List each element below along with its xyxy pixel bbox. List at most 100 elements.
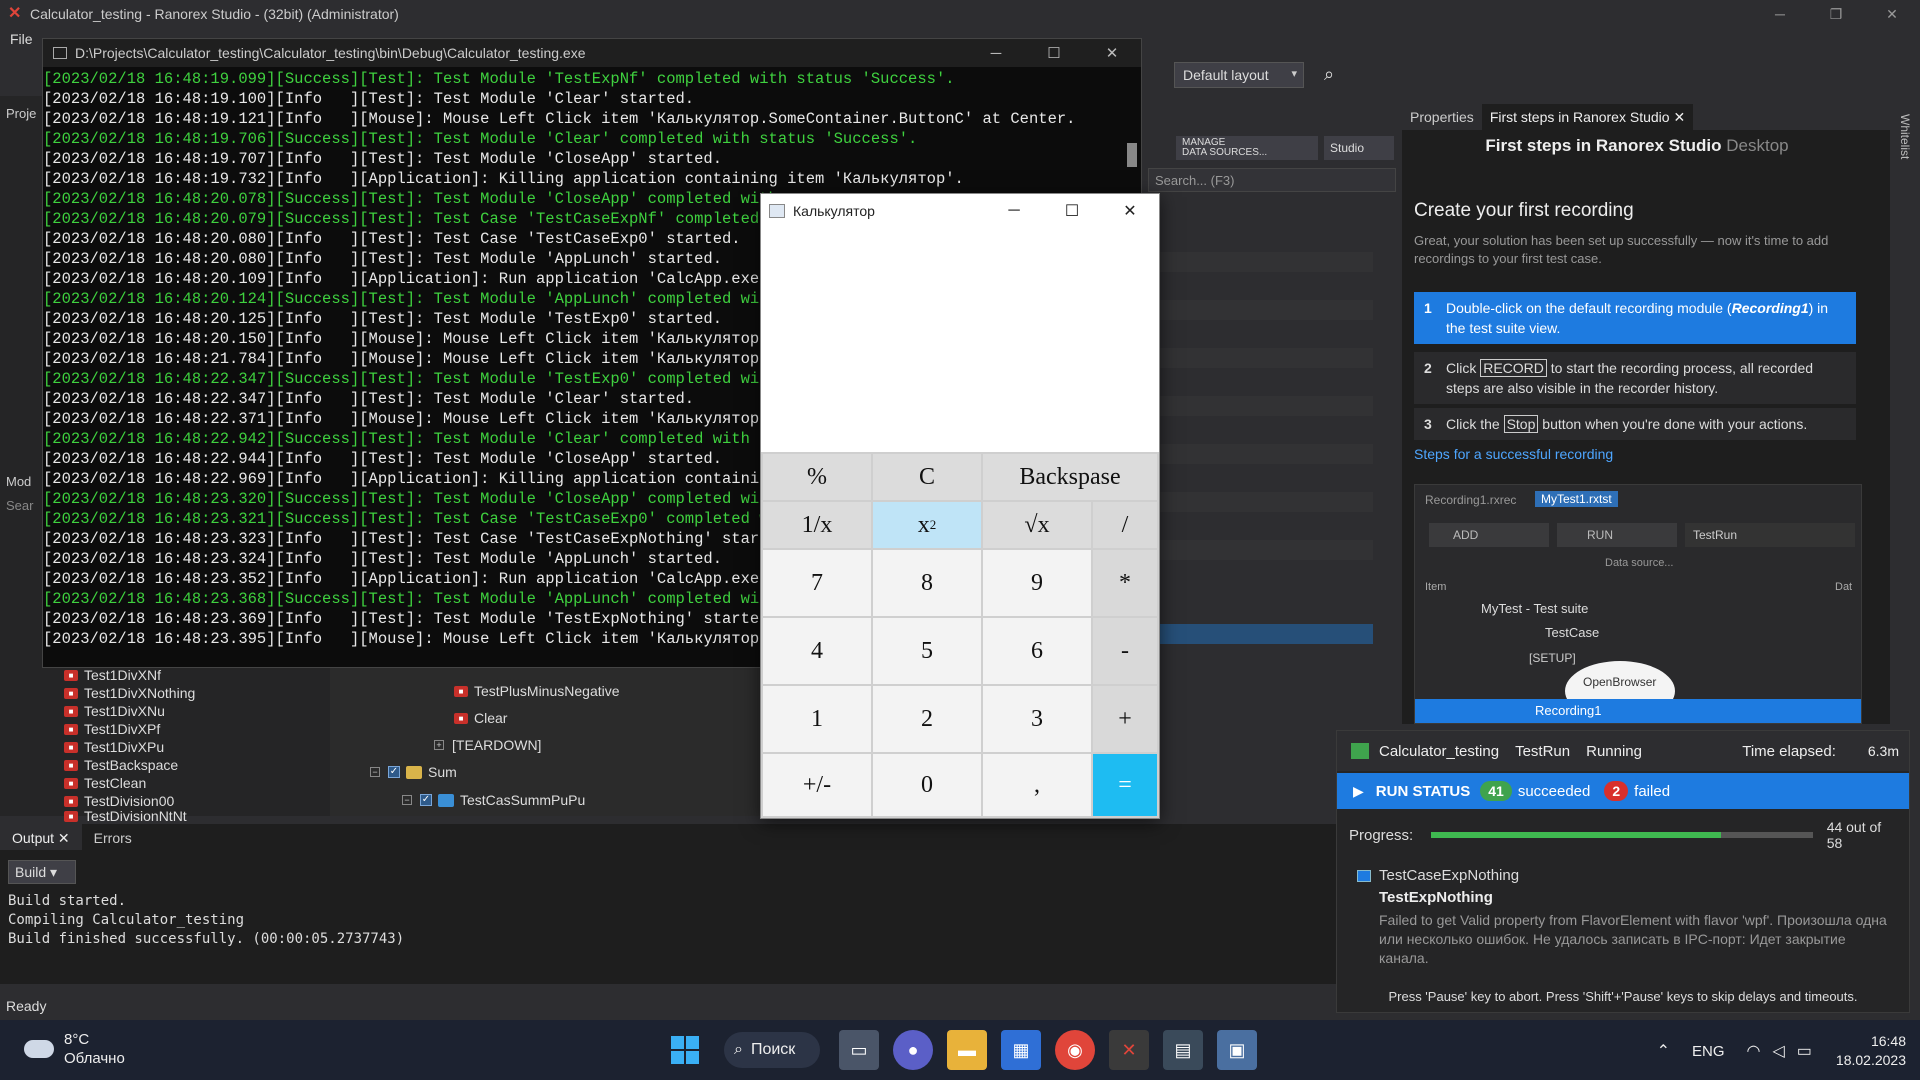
comma-button[interactable]: , bbox=[983, 754, 1091, 816]
close-icon[interactable]: ✕ bbox=[1101, 194, 1159, 228]
close-icon[interactable]: ✕ bbox=[58, 830, 70, 846]
digit-4-button[interactable]: 4 bbox=[763, 618, 871, 684]
right-edge-bar: Whitelist bbox=[1890, 104, 1920, 824]
studio-button[interactable]: Studio bbox=[1324, 136, 1394, 160]
language-indicator[interactable]: ENG bbox=[1692, 1043, 1725, 1060]
file-explorer-icon[interactable]: ▬ bbox=[947, 1030, 987, 1070]
digit-6-button[interactable]: 6 bbox=[983, 618, 1091, 684]
ranorex-icon[interactable]: ✕ bbox=[1109, 1030, 1149, 1070]
manage-data-sources-button[interactable]: MANAGE DATA SOURCES... bbox=[1176, 136, 1318, 160]
minus-button[interactable]: - bbox=[1093, 618, 1157, 684]
digit-7-button[interactable]: 7 bbox=[763, 550, 871, 616]
console-app-icon[interactable]: ▤ bbox=[1163, 1030, 1203, 1070]
task-view-icon[interactable]: ▭ bbox=[839, 1030, 879, 1070]
chat-icon[interactable]: ● bbox=[893, 1030, 933, 1070]
equals-button[interactable]: = bbox=[1093, 754, 1157, 816]
collapse-icon[interactable]: − bbox=[402, 795, 412, 805]
folder-icon bbox=[406, 765, 422, 779]
search-icon[interactable]: ⌕ bbox=[1324, 64, 1346, 86]
checkbox[interactable]: ✓ bbox=[388, 766, 400, 778]
tree-item[interactable]: ■ Clear bbox=[454, 710, 507, 726]
calculator-keypad: % C Backspase 1/x x2 √x / 7 8 9 * 4 5 6 … bbox=[761, 452, 1159, 818]
list-item[interactable]: ■ Test1DivXPf bbox=[64, 720, 195, 738]
tab-errors[interactable]: Errors bbox=[82, 824, 144, 850]
store-icon[interactable]: ▦ bbox=[1001, 1030, 1041, 1070]
list-item[interactable]: ■ Test1DivXNothing bbox=[64, 684, 195, 702]
volume-icon[interactable]: ◁ bbox=[1772, 1041, 1784, 1061]
maximize-icon[interactable]: ☐ bbox=[1043, 194, 1101, 228]
projects-tab[interactable]: Proje bbox=[6, 106, 36, 121]
console-line: [2023/02/18 16:48:19.732][Info ][Applica… bbox=[43, 170, 964, 188]
clear-button[interactable]: C bbox=[873, 454, 981, 500]
list-item[interactable]: ■ TestDivision00 bbox=[64, 792, 195, 810]
square-button[interactable]: x2 bbox=[873, 502, 981, 548]
menu-file[interactable]: File bbox=[10, 31, 33, 47]
layout-dropdown[interactable]: Default layout ▾ bbox=[1174, 62, 1304, 88]
wifi-icon[interactable]: ◠ bbox=[1747, 1041, 1761, 1061]
reciprocal-button[interactable]: 1/x bbox=[763, 502, 871, 548]
close-icon[interactable]: ✕ bbox=[1864, 0, 1920, 28]
percent-button[interactable]: % bbox=[763, 454, 871, 500]
play-icon[interactable]: ▶ bbox=[1353, 783, 1364, 800]
tree-item[interactable]: + [TEARDOWN] bbox=[434, 737, 541, 753]
chrome-icon[interactable]: ◉ bbox=[1055, 1030, 1095, 1070]
tab-properties[interactable]: Properties bbox=[1402, 104, 1482, 130]
divide-button[interactable]: / bbox=[1093, 502, 1157, 548]
digit-8-button[interactable]: 8 bbox=[873, 550, 981, 616]
recording-icon: ■ bbox=[64, 759, 78, 771]
close-icon[interactable]: ✕ bbox=[1673, 109, 1685, 125]
battery-icon[interactable]: ▭ bbox=[1797, 1041, 1812, 1061]
sqrt-button[interactable]: √x bbox=[983, 502, 1091, 548]
tree-item[interactable]: ■ TestPlusMinusNegative bbox=[454, 683, 620, 699]
checkbox[interactable]: ✓ bbox=[420, 794, 432, 806]
preview-setup: [SETUP] bbox=[1529, 651, 1576, 665]
suite-search-input[interactable]: Search... (F3) bbox=[1148, 168, 1396, 192]
modules-tab[interactable]: Mod bbox=[6, 474, 31, 489]
plus-button[interactable]: + bbox=[1093, 686, 1157, 752]
list-item[interactable]: ■ TestDivisionNtNt bbox=[64, 810, 195, 822]
cloud-icon bbox=[24, 1040, 54, 1058]
taskbar-search[interactable]: ⌕ Поиск bbox=[724, 1032, 820, 1068]
multiply-button[interactable]: * bbox=[1093, 550, 1157, 616]
weather-widget[interactable]: 8°C Облачно bbox=[24, 1030, 125, 1068]
digit-9-button[interactable]: 9 bbox=[983, 550, 1091, 616]
minimize-icon[interactable]: ─ bbox=[1752, 0, 1808, 28]
windows-start-icon[interactable] bbox=[665, 1030, 705, 1070]
preview-recording1: Recording1 bbox=[1415, 699, 1861, 723]
tree-item-testcase[interactable]: − ✓ TestCasSummPuPu bbox=[402, 792, 585, 808]
expand-icon[interactable]: + bbox=[434, 740, 444, 750]
digit-2-button[interactable]: 2 bbox=[873, 686, 981, 752]
list-item[interactable]: ■ TestClean bbox=[64, 774, 195, 792]
suite-toolbar: MANAGE DATA SOURCES... Studio bbox=[1148, 132, 1398, 164]
tab-first-steps[interactable]: First steps in Ranorex Studio ✕ bbox=[1481, 104, 1694, 130]
backspace-button[interactable]: Backspase bbox=[983, 454, 1157, 500]
digit-3-button[interactable]: 3 bbox=[983, 686, 1091, 752]
minimize-icon[interactable]: ─ bbox=[967, 39, 1025, 67]
digit-5-button[interactable]: 5 bbox=[873, 618, 981, 684]
negate-button[interactable]: +/- bbox=[763, 754, 871, 816]
digit-1-button[interactable]: 1 bbox=[763, 686, 871, 752]
close-icon[interactable]: ✕ bbox=[1083, 39, 1141, 67]
list-item[interactable]: ■ Test1DivXPu bbox=[64, 738, 195, 756]
scrollbar-thumb[interactable] bbox=[1127, 143, 1137, 167]
taskbar: 8°C Облачно ⌕ Поиск ▭ ● ▬ ▦ ◉ ✕ ▤ ▣ ⌃ ENG … bbox=[0, 1020, 1920, 1080]
whitelist-tab[interactable]: Whitelist bbox=[1898, 114, 1912, 159]
collapse-icon[interactable]: − bbox=[370, 767, 380, 777]
chevron-down-icon: ▾ bbox=[1291, 68, 1297, 80]
minimize-icon[interactable]: ─ bbox=[985, 194, 1043, 228]
list-item[interactable]: ■ Test1DivXNf bbox=[64, 666, 195, 684]
tab-output[interactable]: Output ✕ bbox=[0, 824, 82, 850]
system-tray: ⌃ ENG ◠ ◁ ▭ 16:48 18.02.2023 bbox=[1651, 1032, 1906, 1070]
maximize-icon[interactable]: ☐ bbox=[1025, 39, 1083, 67]
chevron-up-icon[interactable]: ⌃ bbox=[1657, 1041, 1670, 1061]
build-dropdown[interactable]: Build ▾ bbox=[8, 860, 76, 884]
tree-item-sum[interactable]: − ✓ Sum bbox=[370, 764, 457, 780]
successful-recording-link[interactable]: Steps for a successful recording bbox=[1414, 446, 1613, 462]
clock[interactable]: 16:48 18.02.2023 bbox=[1836, 1032, 1906, 1070]
module-search-input[interactable]: Sear bbox=[6, 498, 33, 513]
list-item[interactable]: ■ TestBackspace bbox=[64, 756, 195, 774]
restore-icon[interactable]: ❐ bbox=[1808, 0, 1864, 28]
list-item[interactable]: ■ Test1DivXNu bbox=[64, 702, 195, 720]
calculator-app-icon[interactable]: ▣ bbox=[1217, 1030, 1257, 1070]
digit-0-button[interactable]: 0 bbox=[873, 754, 981, 816]
